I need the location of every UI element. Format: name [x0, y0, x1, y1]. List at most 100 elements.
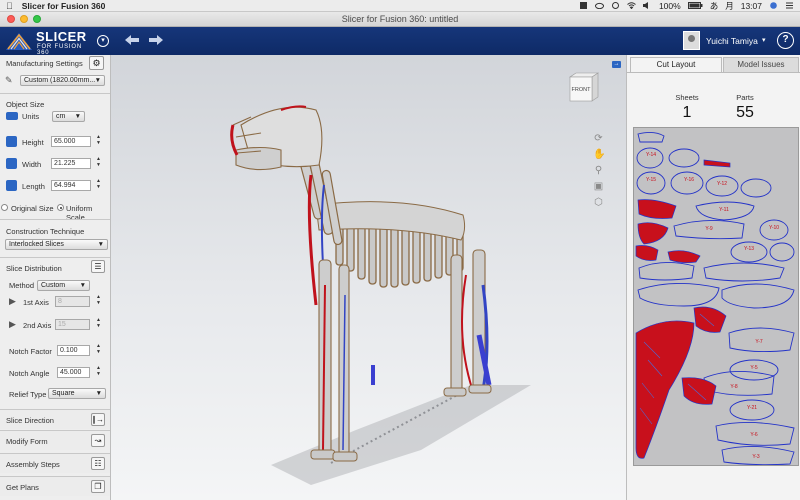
month-indicator: 月	[725, 0, 734, 11]
app-menu-button[interactable]: ▾	[97, 35, 109, 47]
orbit-icon[interactable]: ⟳	[593, 133, 604, 144]
settings-panel: Manufacturing Settings ⚙ ✎ Custom (1820.…	[0, 55, 111, 500]
panel-collapse-icon[interactable]: →	[612, 61, 621, 68]
pan-hand-icon[interactable]: ✋	[593, 149, 605, 160]
get-plans-row[interactable]: Get Plans ❐	[0, 476, 110, 496]
volume-icon[interactable]	[642, 2, 652, 9]
slice-distribution-list-icon[interactable]: ☰	[91, 260, 105, 273]
3d-viewport[interactable]: FRONT ⟳ ✋ ⚲ ▣ ⬡	[111, 55, 626, 500]
user-avatar[interactable]	[683, 31, 700, 50]
material-preset-select[interactable]: Custom (1820.00mm... ▼	[20, 75, 105, 86]
status-icon[interactable]	[579, 2, 588, 9]
slice-direction-label: Slice Direction	[6, 416, 54, 425]
width-input[interactable]: 21.225	[51, 158, 91, 169]
width-label: Width	[22, 160, 42, 169]
edit-pencil-icon[interactable]: ✎	[5, 75, 13, 86]
material-preset-value: Custom (1820.00mm...	[24, 77, 96, 84]
construction-technique-value: Interlocked Slices	[9, 241, 64, 248]
tab-cut-layout[interactable]: Cut Layout	[630, 57, 722, 72]
assembly-steps-row[interactable]: Assembly Steps ☷	[0, 453, 110, 473]
notch-angle-stepper[interactable]: ▲ ▼	[95, 365, 102, 379]
part-label: Y-15	[646, 177, 656, 183]
cloud-icon[interactable]	[594, 2, 604, 9]
length-cube-icon	[6, 180, 17, 191]
fit-to-view-icon[interactable]: ▣	[593, 181, 604, 192]
notch-angle-label: Notch Angle	[9, 369, 50, 378]
part-label: Y-6	[750, 432, 758, 438]
notch-factor-input[interactable]: 0.100	[57, 345, 90, 356]
menu-clock[interactable]: 13:07	[741, 1, 762, 11]
axis1-arrow-icon: ▶	[9, 296, 16, 306]
width-cube-icon	[6, 158, 17, 169]
construction-technique-select[interactable]: Interlocked Slices ▼	[5, 239, 108, 250]
wifi-icon[interactable]	[627, 2, 636, 9]
get-plans-label: Get Plans	[6, 483, 39, 492]
axis2-label: 2nd Axis	[23, 321, 52, 330]
user-icon[interactable]	[769, 2, 778, 9]
slice-direction-row[interactable]: Slice Direction ∥→	[0, 409, 110, 429]
apple-menu-icon[interactable]: 	[6, 1, 13, 11]
height-label: Height	[22, 138, 44, 147]
relief-type-select[interactable]: Square ▼	[48, 388, 106, 399]
method-select[interactable]: Custom ▼	[37, 280, 90, 291]
notch-factor-label: Notch Factor	[9, 347, 52, 356]
original-size-label: Original Size	[11, 204, 54, 213]
logo-title: SLICER	[36, 29, 87, 44]
length-label: Length	[22, 182, 45, 191]
manufacturing-settings-title: Manufacturing Settings	[6, 59, 83, 68]
get-plans-icon[interactable]: ❐	[91, 480, 105, 493]
app-menu[interactable]: Slicer for Fusion 360	[22, 1, 106, 11]
sheets-stat: Sheets 1	[667, 93, 707, 122]
battery-icon[interactable]	[687, 2, 703, 9]
divider	[0, 219, 110, 220]
uniform-scale-radio[interactable]	[57, 204, 64, 211]
undo-icon[interactable]	[124, 34, 140, 46]
user-menu-chevron-icon[interactable]: ▾	[762, 36, 766, 44]
part-label: Y-3	[752, 454, 760, 460]
manufacturing-settings-gear-icon[interactable]: ⚙	[89, 56, 104, 70]
window-title: Slicer for Fusion 360: untitled	[341, 14, 459, 24]
notch-angle-input[interactable]: 45.000	[57, 367, 90, 378]
axis1-input[interactable]: 8	[55, 296, 90, 307]
time-machine-icon[interactable]	[611, 2, 620, 9]
notch-factor-stepper[interactable]: ▲ ▼	[95, 343, 102, 357]
battery-percent: 100%	[658, 0, 681, 11]
assembly-steps-icon[interactable]: ☷	[91, 457, 105, 470]
method-label: Method	[9, 281, 35, 290]
part-label: Y-13	[744, 246, 754, 252]
input-method-indicator[interactable]: あ	[710, 0, 719, 12]
cut-sheet-preview[interactable]: Y-14 Y-15 Y-16 Y-12 Y-11 Y-9 Y-10 Y-13 Y…	[633, 127, 799, 466]
height-stepper[interactable]: ▲ ▼	[95, 134, 102, 148]
height-input[interactable]: 65.000	[51, 136, 91, 147]
part-label: Y-9	[705, 226, 713, 232]
axis2-arrow-icon: ▶	[9, 319, 16, 329]
notification-center-icon[interactable]	[785, 2, 794, 9]
modify-form-row[interactable]: Modify Form ↝	[0, 430, 110, 450]
height-cube-icon	[6, 136, 17, 147]
axis1-label: 1st Axis	[23, 298, 49, 307]
original-size-radio[interactable]	[1, 204, 8, 211]
modify-form-label: Modify Form	[6, 437, 48, 446]
slicer-logo-icon	[6, 33, 32, 50]
length-stepper[interactable]: ▲ ▼	[95, 178, 102, 192]
units-value: cm	[56, 113, 66, 120]
axis1-stepper[interactable]: ▲ ▼	[95, 294, 102, 308]
part-label: Y-11	[719, 207, 729, 213]
redo-icon[interactable]	[148, 34, 164, 46]
units-select[interactable]: cm ▼	[52, 111, 85, 122]
width-stepper[interactable]: ▲ ▼	[95, 156, 102, 170]
parts-stat: Parts 55	[725, 93, 765, 122]
modify-form-icon[interactable]: ↝	[91, 434, 105, 447]
axis2-input[interactable]: 15	[55, 319, 90, 330]
tab-model-issues[interactable]: Model Issues	[723, 57, 799, 72]
dog-model[interactable]	[111, 55, 626, 500]
help-button[interactable]: ?	[777, 32, 794, 49]
slice-direction-icon[interactable]: ∥→	[91, 413, 105, 426]
user-name[interactable]: Yuichi Tamiya	[706, 36, 758, 46]
zoom-icon[interactable]: ⚲	[593, 165, 604, 176]
length-input[interactable]: 64.994	[51, 180, 91, 191]
view-cube-toggle-icon[interactable]: ⬡	[593, 197, 604, 208]
mac-menu-bar:  Slicer for Fusion 360 100% あ 月 13:07	[0, 0, 800, 12]
axis2-stepper[interactable]: ▲ ▼	[95, 317, 102, 331]
view-cube[interactable]: FRONT	[566, 69, 602, 105]
